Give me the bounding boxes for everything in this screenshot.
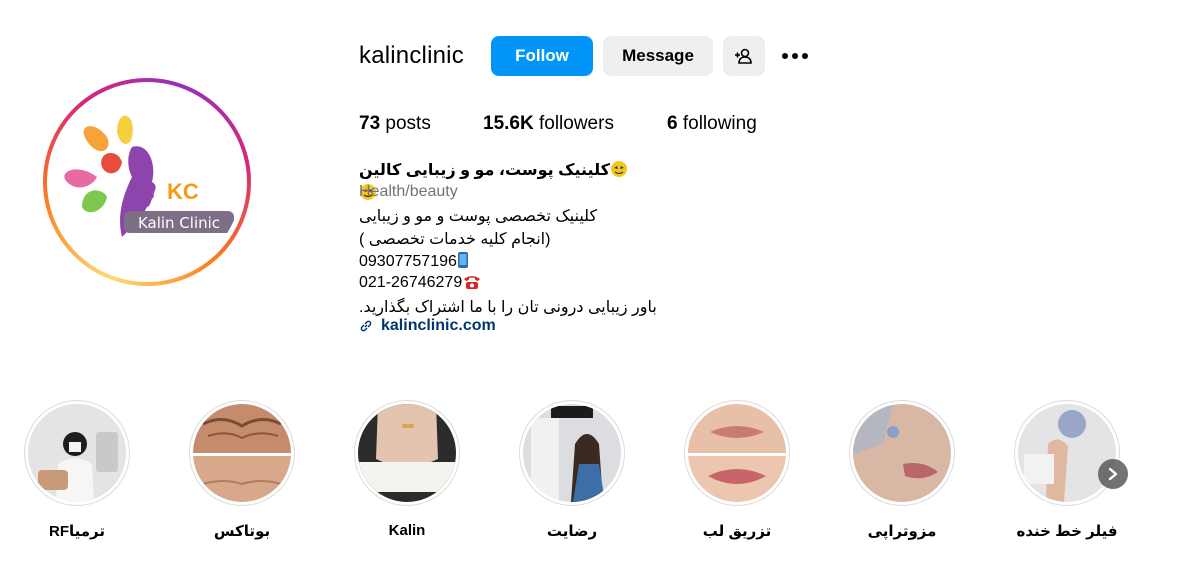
bio-name-text: کلینیک پوست، مو و زیبایی کالین [359,162,610,179]
highlight-label: مزوتراپی [867,523,937,540]
followers-count: 15.6K [483,113,534,134]
highlight-label: RFترمیا [48,523,105,540]
highlight-ring [849,400,955,506]
avatar-ring[interactable]: KC Kalin Clinic [43,78,251,286]
highlight-cover [853,404,951,502]
phone-1-text: 09307757196 [359,253,457,270]
highlight-ring [1014,400,1120,506]
highlight-item[interactable]: RFترمیا [22,400,132,540]
mobile-phone-icon [457,251,469,274]
suggest-accounts-button[interactable] [723,36,765,76]
link-icon [360,320,372,332]
avatar-frame: KC Kalin Clinic [47,82,247,282]
highlight-ring [189,400,295,506]
username: kalinclinic [359,42,464,69]
highlight-item[interactable]: تزریق لب [682,400,792,540]
highlight-cover [193,404,291,502]
logo-monogram: KC [167,179,199,204]
more-options-button[interactable] [777,36,813,76]
highlight-label: فیلر خط خنده [1016,523,1118,540]
following-stat[interactable]: 6 following [667,113,757,135]
highlight-ring [354,400,460,506]
add-user-icon [735,48,752,64]
highlight-cover [688,404,786,502]
highlight-item[interactable]: فیلر خط خنده [1012,400,1122,540]
message-button[interactable]: Message [603,36,713,76]
chevron-right-icon [1108,467,1118,481]
posts-stat: 73 posts [359,113,431,135]
bio-line-1: کلینیک تخصصی پوست و مو و زیبایی [359,208,598,225]
highlight-cover [523,404,621,502]
phone-2-text: 021-26746279 [359,274,463,291]
highlight-item[interactable]: رضایت [517,400,627,540]
follow-button[interactable]: Follow [491,36,593,76]
followers-stat[interactable]: 15.6K followers [483,113,614,135]
highlight-item[interactable]: بوتاکس [187,400,297,540]
highlights-next-button[interactable] [1098,459,1128,489]
highlight-label: تزریق لب [702,523,772,540]
bio-line-2: (انجام کلیه خدمات تخصصی ) [359,231,551,248]
bio-phone-2: 021-26746279 [359,274,482,295]
highlight-ring [684,400,790,506]
highlight-cover [28,404,126,502]
highlight-ring [24,400,130,506]
highlight-label: Kalin [388,522,426,539]
highlight-label: بوتاکس [213,523,271,540]
bio-phone-1: 09307757196 [359,251,469,274]
highlight-ring [519,400,625,506]
star-eyes-emoji-icon [610,160,628,183]
posts-count: 73 [359,113,381,134]
posts-label: posts [385,113,431,134]
following-count: 6 [667,113,678,134]
highlight-item[interactable]: مزوتراپی [847,400,957,540]
bio-category: Health/beauty [359,183,458,200]
logo-text: Kalin Clinic [138,214,220,232]
following-label: following [682,113,757,134]
more-options-icon [782,53,808,59]
highlight-cover [1018,404,1116,502]
bio-website-link[interactable]: kalinclinic.com [359,317,496,335]
bio-link-text: kalinclinic.com [381,317,496,334]
kalin-clinic-logo: KC Kalin Clinic [64,115,234,237]
bio-line-5: باور زیبایی درونی تان را با ما اشتراک بگ… [359,299,657,316]
avatar[interactable]: KC Kalin Clinic [52,87,242,277]
highlight-label: رضایت [546,523,598,540]
telephone-icon [462,274,482,295]
highlight-cover [358,404,456,502]
followers-label: followers [538,113,614,134]
highlight-item[interactable]: Kalin [352,400,462,539]
